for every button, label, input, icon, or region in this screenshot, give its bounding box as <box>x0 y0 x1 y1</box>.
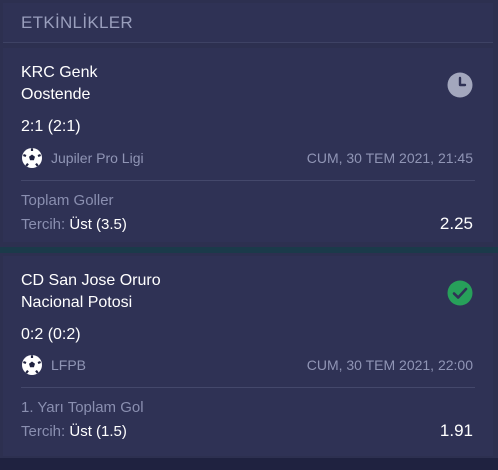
page-title: ETKİNLİKLER <box>21 13 133 32</box>
events-panel: ETKİNLİKLER KRC Genk Oostende 2:1 (2:1) … <box>0 0 498 470</box>
market-name: Toplam Goller <box>21 192 114 209</box>
home-team: KRC Genk <box>21 64 98 81</box>
football-icon <box>22 355 42 375</box>
clock-icon <box>447 72 473 98</box>
football-icon <box>22 148 42 168</box>
away-team: Oostende <box>21 86 91 103</box>
event-card[interactable]: KRC Genk Oostende 2:1 (2:1) Jupiler Pro … <box>3 48 493 242</box>
odds-value: 2.25 <box>439 214 473 233</box>
event-date: CUM, 30 TEM 2021, 21:45 <box>306 150 473 166</box>
selection: Tercih: Üst (1.5) <box>21 423 127 440</box>
match-score: 0:2 (0:2) <box>21 326 81 343</box>
events-header: ETKİNLİKLER <box>3 3 493 43</box>
selection-label: Tercih: <box>21 423 66 440</box>
selection-label: Tercih: <box>21 216 66 233</box>
league-name: Jupiler Pro Ligi <box>51 150 144 166</box>
event-card[interactable]: CD San Jose Oruro Nacional Potosi 0:2 (0… <box>3 256 493 456</box>
event-date: CUM, 30 TEM 2021, 22:00 <box>306 357 473 373</box>
divider <box>21 387 475 388</box>
match-score: 2:1 (2:1) <box>21 118 81 135</box>
home-team: CD San Jose Oruro <box>21 272 161 289</box>
selection-value: Üst (1.5) <box>69 423 127 440</box>
market-name: 1. Yarı Toplam Gol <box>21 399 144 416</box>
selection-value: Üst (3.5) <box>69 216 127 233</box>
odds-value: 1.91 <box>439 421 473 440</box>
check-circle-icon <box>447 280 473 306</box>
away-team: Nacional Potosi <box>21 294 133 311</box>
separator-band <box>0 247 498 253</box>
league-name: LFPB <box>51 357 87 373</box>
selection: Tercih: Üst (3.5) <box>21 216 127 233</box>
divider <box>21 180 475 181</box>
bottom-band <box>0 458 498 470</box>
